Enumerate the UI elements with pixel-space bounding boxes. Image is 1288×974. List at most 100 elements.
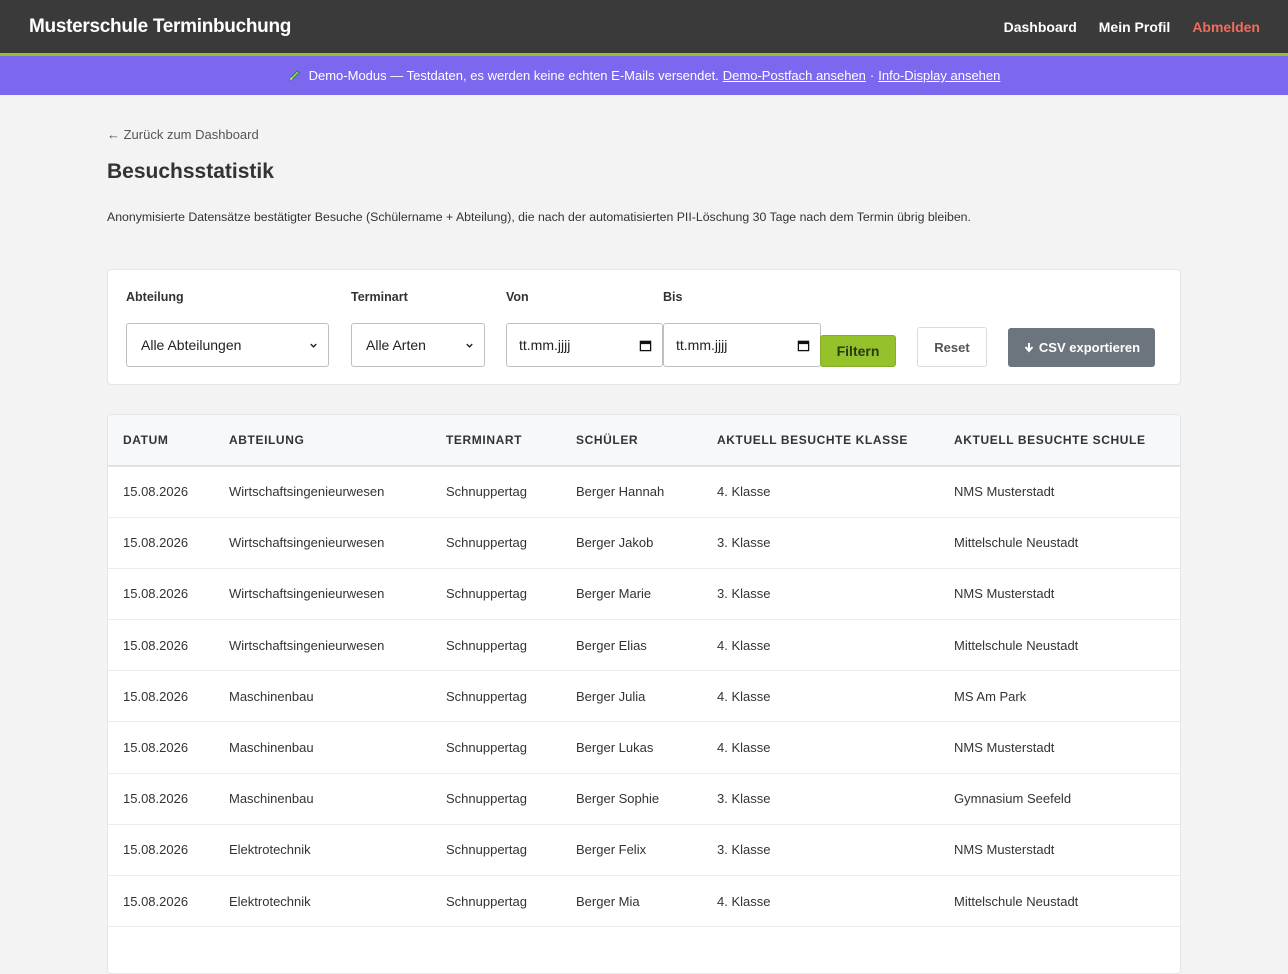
- cell-school: NMS Musterstadt: [954, 586, 1055, 602]
- cell-department: Wirtschaftsingenieurwesen: [229, 586, 385, 602]
- filter-button[interactable]: Filtern: [820, 335, 896, 367]
- cell-school: Mittelschule Neustadt: [954, 535, 1079, 551]
- table-row: 15.08.2026 Wirtschaftsingenieurwesen Sch…: [108, 620, 1180, 671]
- cell-date: 15.08.2026: [123, 535, 189, 551]
- cell-department: Elektrotechnik: [229, 842, 311, 858]
- page-description: Anonymisierte Datensätze bestätigter Bes…: [107, 210, 971, 224]
- page-title: Besuchsstatistik: [107, 160, 274, 183]
- cell-school: NMS Musterstadt: [954, 484, 1055, 500]
- type-label: Terminart: [351, 290, 408, 304]
- department-filter-group: Abteilung: [126, 290, 184, 304]
- reset-button[interactable]: Reset: [917, 327, 987, 367]
- from-label: Von: [506, 290, 529, 304]
- cell-type: Schnuppertag: [446, 791, 527, 807]
- filter-panel: Abteilung Alle Abteilungen Terminart All…: [107, 269, 1181, 385]
- cell-student: Berger Marie: [576, 586, 652, 602]
- cell-date: 15.08.2026: [123, 586, 189, 602]
- table-row: 15.08.2026 Elektrotechnik Schnuppertag B…: [108, 876, 1180, 927]
- cell-student: [576, 927, 717, 973]
- department-label: Abteilung: [126, 290, 184, 304]
- back-to-dashboard-link[interactable]: ← Zurück zum Dashboard: [107, 127, 259, 142]
- table-row: 15.08.2026 Maschinenbau Schnuppertag Ber…: [108, 671, 1180, 722]
- cell-student: Berger Elias: [576, 637, 647, 653]
- cell-date: 15.08.2026: [123, 842, 189, 858]
- department-select-value: Alle Abteilungen: [141, 337, 242, 353]
- type-select-value: Alle Arten: [366, 337, 426, 353]
- main-nav: Dashboard Mein Profil Abmelden: [1004, 19, 1260, 35]
- cell-date: 15.08.2026: [123, 484, 189, 500]
- table-row: 15.08.2026 Maschinenbau Schnuppertag Ber…: [108, 773, 1180, 825]
- cell-student: Berger Sophie: [576, 791, 660, 807]
- demo-banner-text: Demo-Modus — Testdaten, es werden keine …: [308, 68, 719, 83]
- cell-date: 15.08.2026: [123, 791, 189, 807]
- from-filter-group: Von: [506, 290, 529, 304]
- nav-profile-link[interactable]: Mein Profil: [1099, 19, 1171, 35]
- cell-department: Maschinenbau: [229, 791, 314, 807]
- cell-school: [954, 927, 1180, 973]
- table-row: 15.08.2026 Elektrotechnik Schnuppertag B…: [108, 824, 1180, 876]
- cell-student: Berger Jakob: [576, 535, 654, 551]
- banner-separator: ·: [869, 68, 875, 83]
- cell-type: Schnuppertag: [446, 740, 527, 756]
- cell-department: Maschinenbau: [229, 688, 314, 704]
- cell-class: 3. Klasse: [717, 842, 771, 858]
- csv-export-button[interactable]: CSV exportieren: [1008, 328, 1155, 367]
- column-header-school: Aktuell besuchte Schule: [954, 433, 1146, 447]
- cell-type: Schnuppertag: [446, 586, 527, 602]
- cell-school: NMS Musterstadt: [954, 842, 1055, 858]
- cell-type: Schnuppertag: [446, 688, 527, 704]
- cell-date: 15.08.2026: [123, 740, 189, 756]
- nav-logout-link[interactable]: Abmelden: [1192, 19, 1260, 35]
- cell-date: [108, 927, 229, 973]
- table-row: [108, 927, 1180, 973]
- calendar-icon[interactable]: [639, 339, 652, 352]
- table-header-row: Datum Abteilung Terminart Schüler Aktuel…: [108, 415, 1180, 466]
- cell-class: 3. Klasse: [717, 535, 771, 551]
- cell-student: Berger Hannah: [576, 484, 665, 500]
- cell-school: NMS Musterstadt: [954, 740, 1055, 756]
- from-date-input[interactable]: tt.mm.jjjj: [506, 323, 663, 367]
- cell-type: [446, 927, 576, 973]
- cell-type: Schnuppertag: [446, 535, 527, 551]
- type-filter-group: Terminart: [351, 290, 408, 304]
- cell-student: Berger Lukas: [576, 740, 654, 756]
- cell-department: Wirtschaftsingenieurwesen: [229, 484, 385, 500]
- cell-student: Berger Julia: [576, 688, 646, 704]
- table-row: 15.08.2026 Wirtschaftsingenieurwesen Sch…: [108, 517, 1180, 569]
- brand-title[interactable]: Musterschule Terminbuchung: [29, 16, 291, 38]
- cell-class: 4. Klasse: [717, 484, 771, 500]
- cell-department: Wirtschaftsingenieurwesen: [229, 637, 385, 653]
- cell-type: Schnuppertag: [446, 637, 527, 653]
- chevron-down-icon: [310, 343, 317, 348]
- csv-export-label: CSV exportieren: [1038, 340, 1141, 355]
- cell-date: 15.08.2026: [123, 893, 189, 909]
- cell-department: [229, 927, 446, 973]
- main-content: ← Zurück zum Dashboard Besuchsstatistik …: [107, 95, 1181, 974]
- column-header-department: Abteilung: [229, 433, 305, 447]
- visits-table-card: Datum Abteilung Terminart Schüler Aktuel…: [107, 414, 1181, 974]
- cell-type: Schnuppertag: [446, 893, 527, 909]
- cell-date: 15.08.2026: [123, 688, 189, 704]
- cell-class: 4. Klasse: [717, 740, 771, 756]
- demo-mode-banner: Demo-Modus — Testdaten, es werden keine …: [0, 56, 1288, 95]
- cell-class: 4. Klasse: [717, 637, 771, 653]
- demo-mailbox-link[interactable]: Demo-Postfach ansehen: [723, 68, 866, 83]
- cell-school: Mittelschule Neustadt: [954, 637, 1079, 653]
- cell-school: Gymnasium Seefeld: [954, 791, 1072, 807]
- calendar-icon[interactable]: [797, 339, 810, 352]
- cell-department: Wirtschaftsingenieurwesen: [229, 535, 385, 551]
- to-date-placeholder: tt.mm.jjjj: [676, 337, 728, 353]
- cell-school: Mittelschule Neustadt: [954, 893, 1079, 909]
- to-date-input[interactable]: tt.mm.jjjj: [663, 323, 821, 367]
- cell-student: Berger Felix: [576, 842, 647, 858]
- cell-type: Schnuppertag: [446, 842, 527, 858]
- department-select[interactable]: Alle Abteilungen: [126, 323, 329, 367]
- download-arrow-icon: [1024, 342, 1034, 353]
- top-navbar: Musterschule Terminbuchung Dashboard Mei…: [0, 0, 1288, 56]
- column-header-date: Datum: [123, 433, 169, 447]
- table-row: 15.08.2026 Maschinenbau Schnuppertag Ber…: [108, 722, 1180, 774]
- type-select[interactable]: Alle Arten: [351, 323, 485, 367]
- cell-school: MS Am Park: [954, 688, 1027, 704]
- info-display-link[interactable]: Info-Display ansehen: [878, 68, 1000, 83]
- nav-dashboard-link[interactable]: Dashboard: [1004, 19, 1077, 35]
